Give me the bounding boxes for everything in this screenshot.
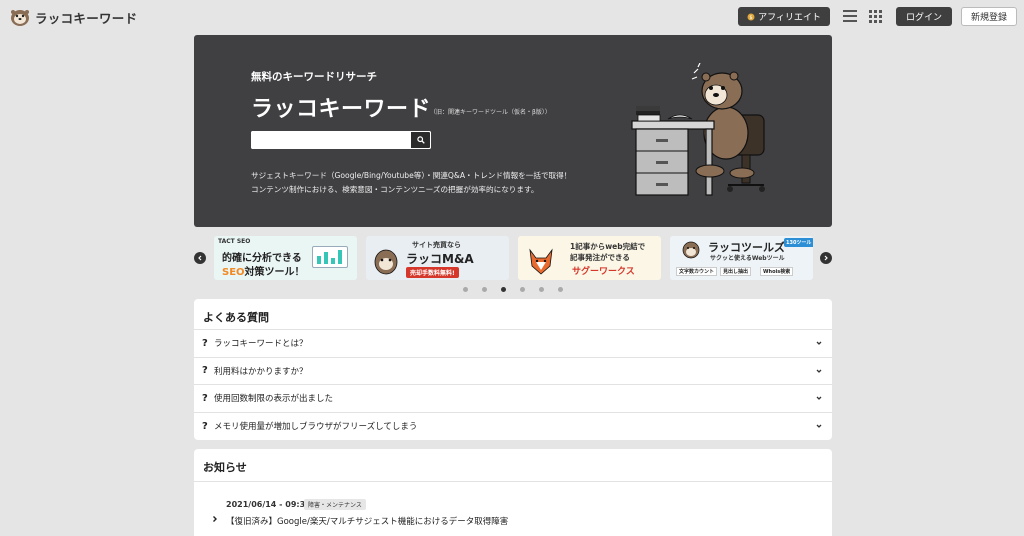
carousel-prev-button[interactable] [194, 252, 206, 264]
hero-desc-line1: サジェストキーワード（Google/Bing/Youtube等）・関連Q&A・ト… [251, 171, 572, 180]
logo-text: ラッコキーワード [35, 10, 138, 26]
keyword-search-input[interactable] [251, 131, 410, 149]
search-button[interactable] [410, 131, 431, 149]
news-category-badge: 障害・メンテナンス [304, 499, 366, 510]
faq-item[interactable]: ? 使用回数制限の表示が出ました [194, 385, 832, 413]
otter-mascot-icon [682, 241, 700, 259]
affiliate-label: アフィリエイト [758, 13, 821, 23]
banner-seo-text: SEO [222, 267, 245, 278]
news-item-link[interactable]: 【復旧済み】Google/楽天/マルチサジェスト機能におけるデータ取得障害 [226, 515, 508, 527]
banner-rakko-ma[interactable]: サイト売買なら ラッコM&A 売却手数料無料! [366, 236, 509, 280]
banner-chart-illustration [312, 246, 348, 268]
hero-description: サジェストキーワード（Google/Bing/Youtube等）・関連Q&A・ト… [251, 169, 571, 197]
question-icon: ? [202, 392, 208, 404]
fox-mascot-icon [529, 248, 553, 275]
faq-question-text: メモリ使用量が増加しブラウザがフリーズしてしまう [214, 422, 418, 433]
hero-section: 無料のキーワードリサーチ ラッコキーワード （旧：関連キーワードツール（仮名・β… [194, 35, 832, 227]
banner-badge: 130ツール 無料! [784, 238, 813, 247]
top-header: ラッコキーワード $ アフィリエイト ログイン 新規登録 [0, 0, 1024, 34]
carousel-pagination [463, 287, 563, 292]
site-logo[interactable]: ラッコキーワード [9, 7, 137, 27]
banner-sagoo-works[interactable]: 1記事からweb完結で 記事発注ができる サグーワークス [518, 236, 661, 280]
chevron-down-icon [816, 341, 822, 345]
chevron-down-icon [816, 369, 822, 373]
hero-title-note: （旧：関連キーワードツール（仮名・β版）） [430, 109, 551, 116]
banner-line3: サグーワークス [572, 267, 635, 277]
chevron-right-icon [824, 255, 828, 261]
svg-text:$: $ [749, 15, 752, 21]
question-icon: ? [202, 420, 208, 432]
otter-mascot-icon [374, 249, 398, 275]
coin-icon: $ [747, 13, 755, 21]
banner-tact-seo[interactable]: TACT SEO 的確に分析できる SEO対策ツール！ [214, 236, 357, 280]
search-icon [416, 136, 425, 144]
banner-tag: 見出し抽出 [720, 267, 752, 276]
faq-card: よくある質問 ? ラッコキーワードとは？ ? 利用料はかかりますか？ ? 使用回… [194, 299, 832, 440]
hero-title: ラッコキーワード [251, 97, 432, 122]
keyword-search-form [251, 131, 431, 149]
carousel-dot[interactable] [558, 287, 563, 292]
hero-desc-line2: コンテンツ制作における、検索意図・コンテンツニーズの把握が効率的になります。 [251, 185, 539, 194]
sea-otter-logo-icon [11, 10, 29, 26]
news-date: 2021/06/14 - 09:30 [226, 500, 311, 509]
banner-line1: サイト売買なら [412, 241, 461, 249]
chevron-left-icon [198, 255, 202, 261]
chevron-right-icon [213, 516, 217, 522]
question-icon: ? [202, 365, 208, 377]
banner-seo-rest: 対策ツール！ [244, 267, 305, 278]
chevron-down-icon [816, 424, 822, 428]
faq-question-text: ラッコキーワードとは？ [214, 339, 308, 350]
banner-tag: 文字数カウント [676, 267, 718, 276]
banner-line3: 売却手数料無料! [406, 267, 459, 278]
carousel-dot[interactable] [539, 287, 544, 292]
otter-desk-illustration [631, 63, 765, 196]
chevron-down-icon [816, 396, 822, 400]
carousel-next-button[interactable] [820, 252, 832, 264]
faq-question-text: 使用回数制限の表示が出ました [214, 394, 334, 405]
carousel-dot[interactable] [482, 287, 487, 292]
carousel-dot[interactable] [463, 287, 468, 292]
affiliate-button[interactable]: $ アフィリエイト [738, 7, 830, 26]
carousel-dot-active[interactable] [501, 287, 506, 292]
banner-line2: ラッコM&A [406, 252, 474, 266]
news-title: お知らせ [194, 449, 832, 482]
hero-subtitle: 無料のキーワードリサーチ [251, 71, 377, 83]
login-button[interactable]: ログイン [896, 7, 952, 26]
banner-line2: SEO対策ツール！ [222, 263, 305, 278]
banner-line2: サクッと使えるWebツール [710, 255, 785, 262]
faq-item[interactable]: ? 利用料はかかりますか？ [194, 358, 832, 385]
faq-title: よくある質問 [194, 299, 832, 330]
banner-tag: Whois検索 [760, 267, 794, 276]
banner-rakko-tools[interactable]: ラッコツールズ サクッと使えるWebツール 130ツール 無料! 文字数カウント… [670, 236, 813, 280]
apps-grid-icon[interactable] [869, 10, 882, 23]
signup-button[interactable]: 新規登録 [961, 7, 1017, 26]
question-icon: ? [202, 337, 208, 349]
news-card: お知らせ 2021/06/14 - 09:30 障害・メンテナンス 【復旧済み】… [194, 449, 832, 536]
banner-line1: 的確に分析できる [222, 253, 302, 264]
banner-brand: TACT SEO [218, 238, 251, 245]
faq-item[interactable]: ? ラッコキーワードとは？ [194, 330, 832, 358]
banner-line1: 1記事からweb完結で [570, 242, 646, 251]
faq-item[interactable]: ? メモリ使用量が増加しブラウザがフリーズしてしまう [194, 413, 832, 441]
carousel-dot[interactable] [520, 287, 525, 292]
banner-line2: 記事発注ができる [570, 253, 630, 262]
faq-question-text: 利用料はかかりますか？ [214, 366, 308, 377]
menu-icon[interactable] [843, 10, 857, 22]
